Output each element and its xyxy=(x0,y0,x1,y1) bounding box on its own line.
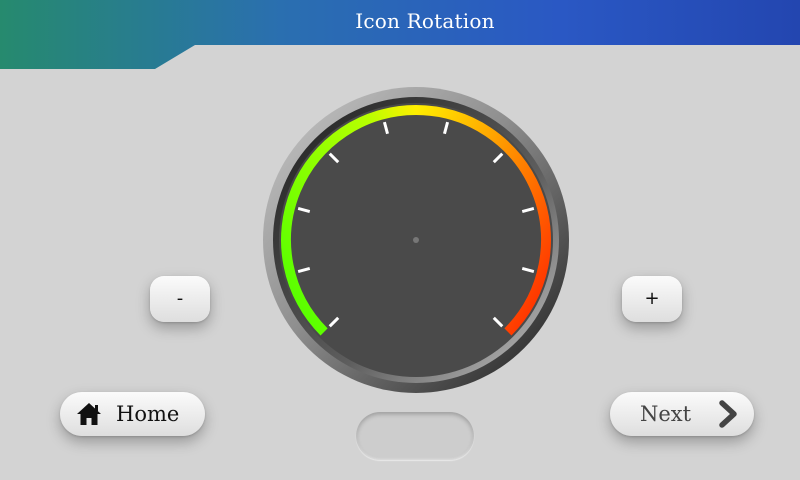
screen: Icon Rotation - + Home Next xyxy=(0,0,800,480)
home-icon xyxy=(76,402,102,426)
next-label: Next xyxy=(640,402,692,426)
home-label: Home xyxy=(116,402,180,426)
home-button[interactable]: Home xyxy=(60,392,205,436)
gauge-center-dot xyxy=(413,237,419,243)
page-title: Icon Rotation xyxy=(355,9,495,33)
increase-button[interactable]: + xyxy=(622,276,682,322)
empty-pill-button[interactable] xyxy=(356,412,474,460)
next-button[interactable]: Next xyxy=(610,392,754,436)
decrease-button[interactable]: - xyxy=(150,276,210,322)
chevron-right-icon xyxy=(718,400,740,428)
gauge-svg xyxy=(263,87,569,393)
header-bar: Icon Rotation xyxy=(0,0,800,70)
gauge-dial[interactable] xyxy=(262,86,570,394)
